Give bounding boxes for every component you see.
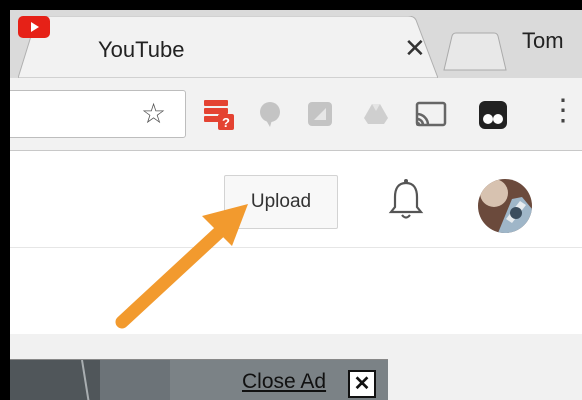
tab-title: YouTube <box>98 37 185 62</box>
address-bar[interactable]: ☆ <box>10 90 186 138</box>
bookmark-star-icon[interactable]: ☆ <box>141 97 166 131</box>
youtube-favicon-icon <box>18 16 50 38</box>
tab-close-icon[interactable]: ✕ <box>404 35 426 61</box>
close-ad-icon[interactable]: ✕ <box>348 370 376 398</box>
profile-name[interactable]: Tom <box>522 28 564 54</box>
youtube-page: Upload Close Ad ✕ <box>10 151 582 400</box>
browser-menu-icon[interactable]: ⋮ <box>548 96 578 126</box>
browser-toolbar: ☆ ? ⋮ <box>10 78 582 151</box>
tab-strip: YouTube ✕ Tom <box>10 10 582 78</box>
cast-icon[interactable] <box>414 100 448 128</box>
account-avatar[interactable] <box>478 179 532 233</box>
ad-image <box>10 360 388 400</box>
youtube-masthead: Upload <box>10 151 582 248</box>
notifications-bell-icon[interactable] <box>386 177 426 223</box>
svg-text:?: ? <box>222 115 230 130</box>
browser-window: YouTube ✕ Tom ☆ ? ⋮ Upload Close Ad ✕ <box>10 10 582 400</box>
drive-icon[interactable] <box>362 100 390 128</box>
video-ad-banner: Close Ad ✕ <box>10 359 388 400</box>
tab-youtube[interactable]: YouTube ✕ <box>18 16 438 78</box>
tab-shape <box>18 16 438 78</box>
square-extension-icon[interactable] <box>306 100 334 128</box>
todoist-icon[interactable]: ? <box>202 98 236 132</box>
close-ad-link[interactable]: Close Ad <box>242 370 326 394</box>
chat-bubble-icon[interactable] <box>256 100 284 128</box>
tampermonkey-icon[interactable] <box>478 100 508 130</box>
upload-button[interactable]: Upload <box>224 175 338 229</box>
youtube-subheader <box>10 248 582 334</box>
new-tab-button[interactable] <box>442 32 508 72</box>
